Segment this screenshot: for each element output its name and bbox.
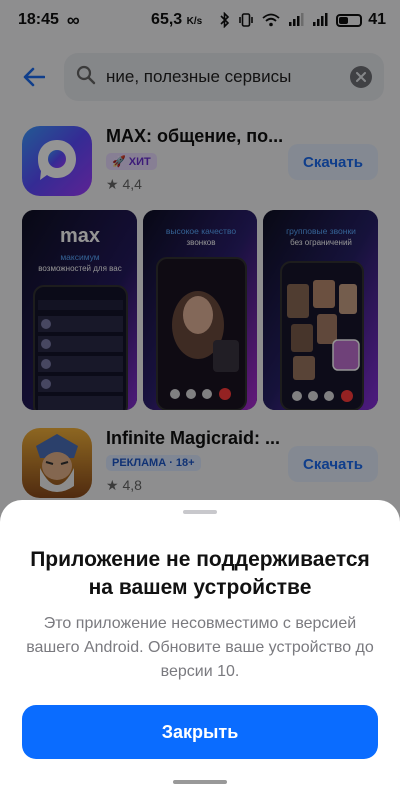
home-indicator[interactable] (173, 780, 227, 784)
close-button[interactable]: Закрыть (22, 705, 378, 759)
bottom-sheet-dialog: Приложение не поддерживается на вашем ус… (0, 500, 400, 800)
drag-handle[interactable] (183, 510, 217, 514)
dialog-message: Это приложение несовместимо с версией ва… (26, 615, 374, 680)
dialog-title: Приложение не поддерживается на вашем ус… (30, 548, 370, 599)
